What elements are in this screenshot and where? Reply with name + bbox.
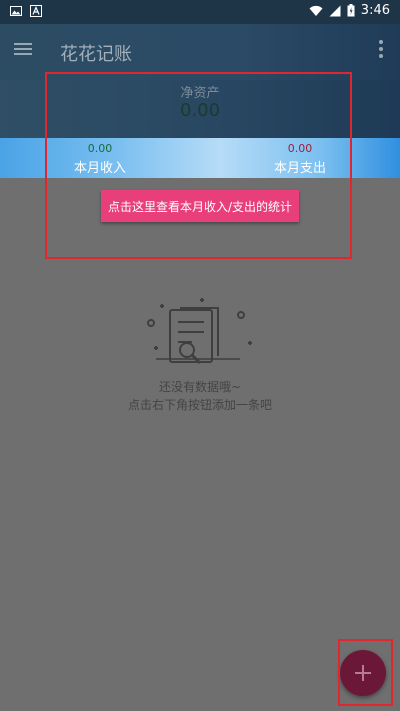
empty-state-line1: 还没有数据哦~ <box>158 380 242 394</box>
status-time: 3:46 <box>360 3 390 18</box>
more-vert-icon[interactable] <box>378 38 384 62</box>
status-bar: 3:46 <box>0 0 400 24</box>
image-icon <box>10 6 22 16</box>
highlight-box-summary <box>45 72 352 259</box>
app-a-icon <box>30 5 42 17</box>
battery-icon <box>347 4 355 17</box>
wifi-icon <box>309 5 323 16</box>
highlight-box-fab <box>338 639 393 706</box>
empty-document-search-icon <box>147 298 252 365</box>
empty-state-line2: 点击右下角按钮添加一条吧 <box>127 398 272 412</box>
signal-icon <box>329 5 341 16</box>
menu-icon[interactable] <box>14 40 34 60</box>
app-title: 花花记账 <box>60 44 132 65</box>
